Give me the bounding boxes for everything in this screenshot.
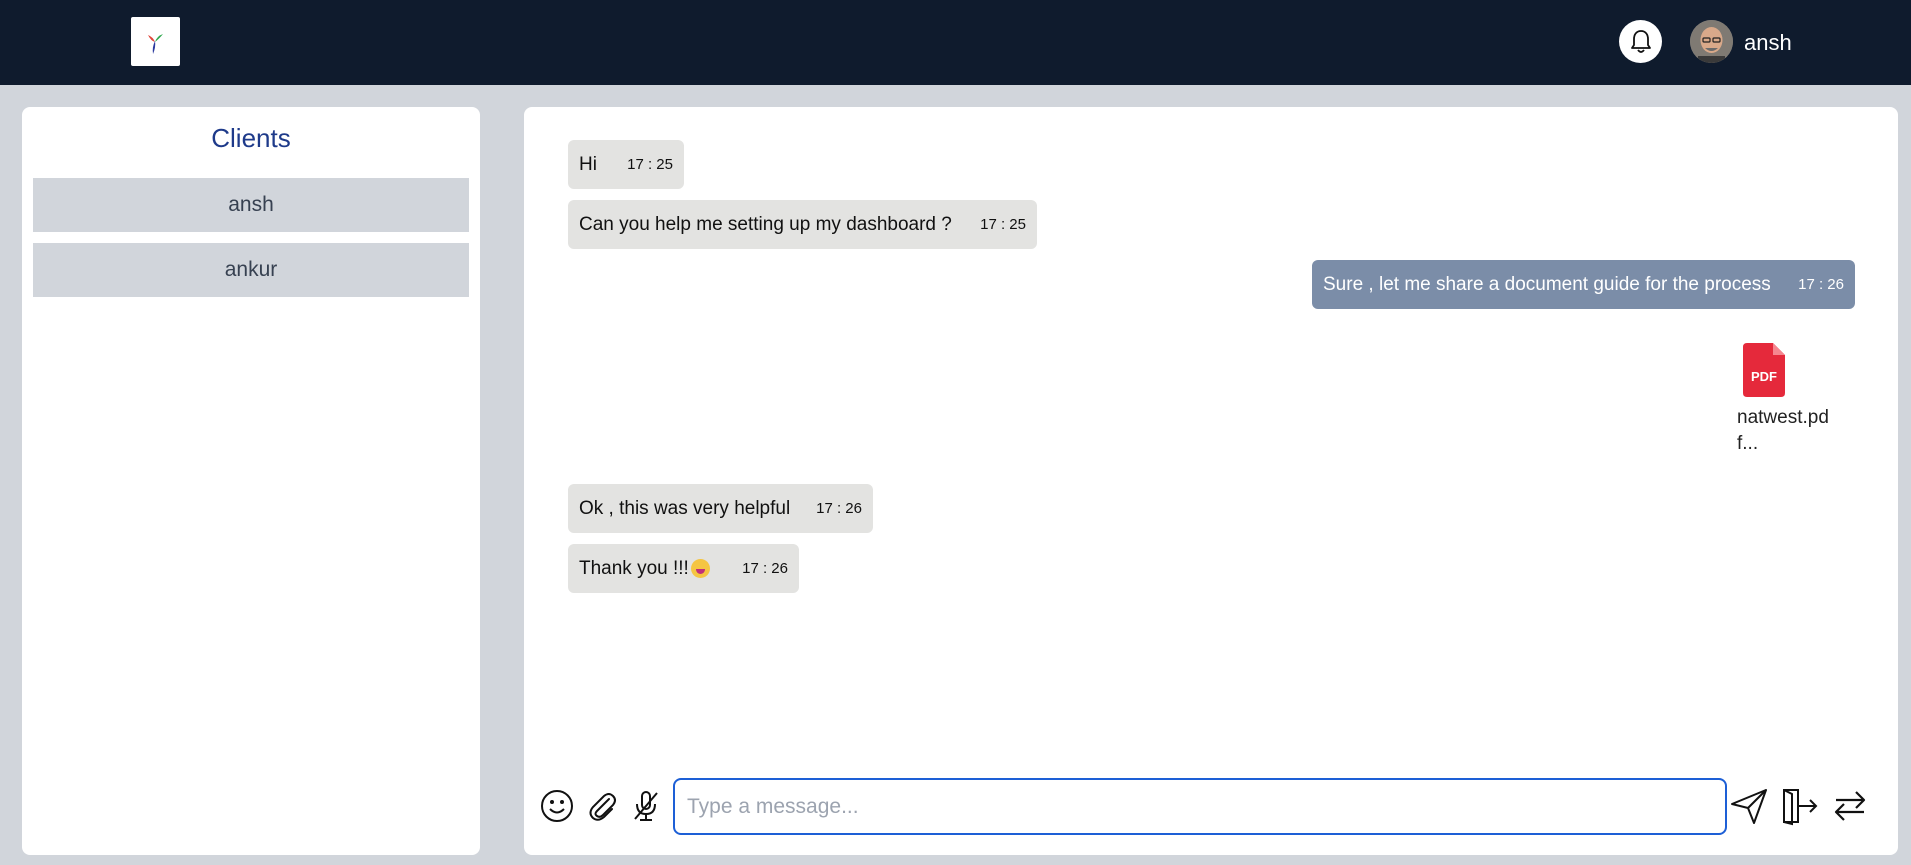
- pdf-file-icon: PDF: [1743, 343, 1785, 397]
- message-input[interactable]: [673, 778, 1727, 835]
- user-avatar[interactable]: [1690, 20, 1733, 63]
- top-bar: ansh: [0, 0, 1911, 85]
- message-time: 17 : 25: [627, 156, 673, 173]
- message-time: 17 : 26: [816, 500, 862, 517]
- message-text: Ok , this was very helpful: [579, 497, 791, 519]
- chat-panel: Hi 17 : 25 Can you help me setting up my…: [524, 107, 1898, 855]
- message-text: Thank you !!!: [579, 557, 689, 579]
- message-bubble: Thank you !!! 17 : 26: [568, 544, 799, 593]
- message-text: Hi: [579, 153, 597, 175]
- message-text: Sure , let me share a document guide for…: [1323, 273, 1771, 295]
- grinning-emoji-icon: [690, 559, 710, 578]
- message-bubble-outgoing: Sure , let me share a document guide for…: [1312, 260, 1855, 309]
- app-logo[interactable]: [131, 17, 180, 66]
- pdf-icon-label: PDF: [1751, 369, 1777, 384]
- clients-sidebar: Clients ansh ankur: [22, 107, 480, 855]
- message-time: 17 : 26: [1798, 276, 1844, 293]
- client-item-ankur[interactable]: ankur: [33, 243, 469, 297]
- paperclip-icon[interactable]: [584, 788, 620, 824]
- pdf-attachment[interactable]: PDF natwest.pdf...: [1737, 343, 1847, 457]
- swap-icon[interactable]: [1830, 786, 1870, 826]
- message-time: 17 : 26: [742, 560, 788, 577]
- message-bubble: Can you help me setting up my dashboard …: [568, 200, 1037, 249]
- clients-title: Clients: [211, 123, 291, 153]
- send-icon[interactable]: [1729, 786, 1769, 826]
- exit-icon[interactable]: [1780, 786, 1820, 826]
- client-item-ansh[interactable]: ansh: [33, 178, 469, 232]
- message-bubble: Hi 17 : 25: [568, 140, 684, 189]
- header-username[interactable]: ansh: [1744, 30, 1792, 56]
- message-bubble: Ok , this was very helpful 17 : 26: [568, 484, 873, 533]
- notification-bell-icon[interactable]: [1619, 20, 1662, 63]
- microphone-icon[interactable]: [628, 788, 664, 824]
- attachment-filename[interactable]: natwest.pdf...: [1737, 405, 1847, 457]
- message-text: Can you help me setting up my dashboard …: [579, 213, 952, 235]
- emoji-icon[interactable]: [539, 788, 575, 824]
- message-time: 17 : 25: [980, 216, 1026, 233]
